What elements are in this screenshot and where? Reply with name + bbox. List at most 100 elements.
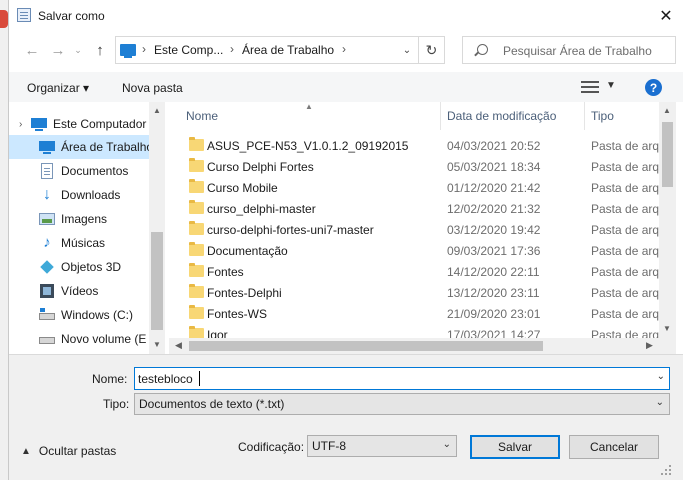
music-icon: ♪	[43, 234, 51, 251]
list-item[interactable]: Curso Delphi Fortes 05/03/2021 18:34 Pas…	[169, 156, 659, 177]
file-name-input[interactable]	[138, 370, 648, 387]
file-name: Curso Delphi Fortes	[207, 160, 314, 174]
scroll-right-icon[interactable]: ▶	[646, 340, 653, 351]
file-list-vertical-scrollbar[interactable]: ▲ ▼	[659, 102, 676, 338]
close-button[interactable]: ✕	[648, 0, 683, 32]
column-header-date[interactable]: Data de modificação	[441, 102, 585, 130]
folder-icon	[189, 242, 204, 256]
file-date: 13/12/2020 23:11	[447, 286, 540, 300]
list-item[interactable]: Curso Mobile 01/12/2020 21:42 Pasta de a…	[169, 177, 659, 198]
save-as-dialog: Salvar como ✕ ← → ⌄ ↑ › Este Comp... › Á…	[8, 0, 683, 480]
nav-item-this-pc[interactable]: › Este Computador	[9, 112, 151, 136]
scroll-left-icon[interactable]: ◀	[175, 340, 182, 351]
file-name: curso_delphi-master	[207, 202, 316, 216]
nav-label: Este Computador	[53, 117, 147, 131]
file-name: curso-delphi-fortes-uni7-master	[207, 223, 374, 237]
expand-chevron-icon[interactable]: ›	[19, 119, 31, 130]
file-name: Curso Mobile	[207, 181, 278, 195]
scroll-thumb[interactable]	[189, 341, 543, 351]
nav-label: Novo volume (E	[61, 332, 147, 346]
scroll-up-icon[interactable]: ▲	[153, 106, 161, 115]
save-form: Nome: ⌄ Tipo: Documentos de texto (*.txt…	[9, 354, 683, 480]
file-name: Fontes-Delphi	[207, 286, 282, 300]
file-name-field[interactable]: ⌄	[134, 367, 670, 390]
search-box[interactable]: Pesquisar Área de Trabalho	[462, 36, 676, 64]
breadcrumb-desktop[interactable]: Área de Trabalho	[242, 43, 334, 57]
file-date: 12/02/2020 21:32	[447, 202, 541, 216]
nav-item-desktop[interactable]: Área de Trabalho	[9, 135, 154, 159]
file-name: Fontes	[207, 265, 244, 279]
pictures-icon	[39, 211, 55, 227]
breadcrumb-this-pc[interactable]: Este Comp...	[154, 43, 223, 57]
list-item[interactable]: curso-delphi-fortes-uni7-master 03/12/20…	[169, 219, 659, 240]
nav-item-pictures[interactable]: Imagens	[9, 207, 151, 231]
organize-button[interactable]: Organizar ▾	[27, 81, 89, 95]
chevron-up-icon: ▲	[21, 445, 31, 457]
file-type: Pasta de arquivos	[591, 160, 659, 174]
drive-icon	[39, 331, 55, 347]
encoding-label: Codificação:	[238, 440, 305, 454]
nav-label: Músicas	[61, 236, 106, 250]
save-button[interactable]: Salvar	[470, 435, 560, 459]
file-date: 09/03/2021 17:36	[447, 244, 541, 258]
scroll-thumb[interactable]	[662, 122, 673, 187]
list-item[interactable]: Fontes-Delphi 13/12/2020 23:11 Pasta de …	[169, 282, 659, 303]
folder-icon	[189, 284, 204, 298]
nav-label: Área de Trabalho	[61, 140, 154, 154]
list-item[interactable]: Fontes-WS 21/09/2020 23:01 Pasta de arqu…	[169, 303, 659, 324]
breadcrumb-separator-icon[interactable]: ›	[342, 42, 346, 56]
address-bar[interactable]: › Este Comp... › Área de Trabalho › ⌄	[115, 36, 419, 64]
file-type-select[interactable]: Documentos de texto (*.txt) ⌄	[134, 393, 670, 415]
nav-item-documents[interactable]: Documentos	[9, 159, 151, 183]
scroll-thumb[interactable]	[151, 232, 163, 330]
cancel-button[interactable]: Cancelar	[569, 435, 659, 459]
new-folder-button[interactable]: Nova pasta	[122, 81, 183, 95]
scroll-down-icon[interactable]: ▼	[153, 340, 161, 349]
nav-item-new-volume-e[interactable]: Novo volume (E	[9, 327, 151, 351]
title-bar: Salvar como ✕	[9, 0, 683, 32]
view-dropdown-icon[interactable]: ▼	[606, 80, 616, 91]
encoding-select[interactable]: UTF-8 ⌄	[307, 435, 457, 457]
list-item[interactable]: Documentação 09/03/2021 17:36 Pasta de a…	[169, 240, 659, 261]
list-item[interactable]: Fontes 14/12/2020 22:11 Pasta de arquivo…	[169, 261, 659, 282]
scroll-down-icon[interactable]: ▼	[663, 324, 671, 333]
file-name: ASUS_PCE-N53_V1.0.1.2_09192015	[207, 139, 409, 153]
scroll-up-icon[interactable]: ▲	[663, 106, 671, 115]
breadcrumb-separator-icon[interactable]: ›	[142, 42, 146, 56]
recent-locations-chevron-icon[interactable]: ⌄	[67, 38, 89, 62]
list-item[interactable]: curso_delphi-master 12/02/2020 21:32 Pas…	[169, 198, 659, 219]
nav-label: Downloads	[61, 188, 121, 202]
documents-icon	[39, 163, 55, 179]
3d-objects-icon	[39, 259, 55, 275]
refresh-button[interactable]: ↻	[419, 36, 445, 64]
resize-grip-icon[interactable]	[660, 465, 672, 477]
breadcrumb-separator-icon[interactable]: ›	[230, 42, 234, 56]
help-icon[interactable]: ?	[645, 79, 662, 96]
nav-pane-scrollbar[interactable]: ▲ ▼	[149, 102, 165, 354]
file-name-label: Nome:	[92, 372, 128, 386]
nav-item-3d-objects[interactable]: Objetos 3D	[9, 255, 151, 279]
encoding-value: UTF-8	[312, 439, 346, 453]
column-header-name[interactable]: Nome	[169, 102, 441, 130]
nav-item-videos[interactable]: Vídeos	[9, 279, 151, 303]
address-dropdown-icon[interactable]: ⌄	[396, 37, 418, 63]
list-item[interactable]: ASUS_PCE-N53_V1.0.1.2_09192015 04/03/202…	[169, 135, 659, 156]
chevron-down-icon[interactable]: ⌄	[656, 397, 664, 408]
chevron-down-icon[interactable]: ⌄	[443, 439, 451, 450]
nav-item-music[interactable]: ♪ Músicas	[9, 231, 151, 255]
nav-label: Documentos	[61, 164, 129, 178]
file-type-value: Documentos de texto (*.txt)	[139, 397, 285, 411]
chevron-down-icon[interactable]: ⌄	[657, 371, 665, 382]
file-type: Pasta de arquivos	[591, 244, 659, 258]
back-arrow-icon[interactable]: ←	[21, 38, 43, 62]
nav-item-downloads[interactable]: ↓ Downloads	[9, 183, 151, 207]
app-logo-icon	[0, 10, 8, 28]
file-list-horizontal-scrollbar[interactable]: ◀ ▶	[169, 338, 659, 354]
nav-item-windows-c[interactable]: Windows (C:)	[9, 303, 151, 327]
column-header-type[interactable]: Tipo	[585, 102, 659, 130]
hide-folders-toggle[interactable]: ▲ Ocultar pastas	[21, 444, 116, 458]
up-arrow-icon[interactable]: ↑	[89, 38, 111, 62]
nav-label: Imagens	[61, 212, 108, 226]
forward-arrow-icon[interactable]: →	[47, 38, 69, 62]
view-options-icon[interactable]	[581, 80, 599, 94]
